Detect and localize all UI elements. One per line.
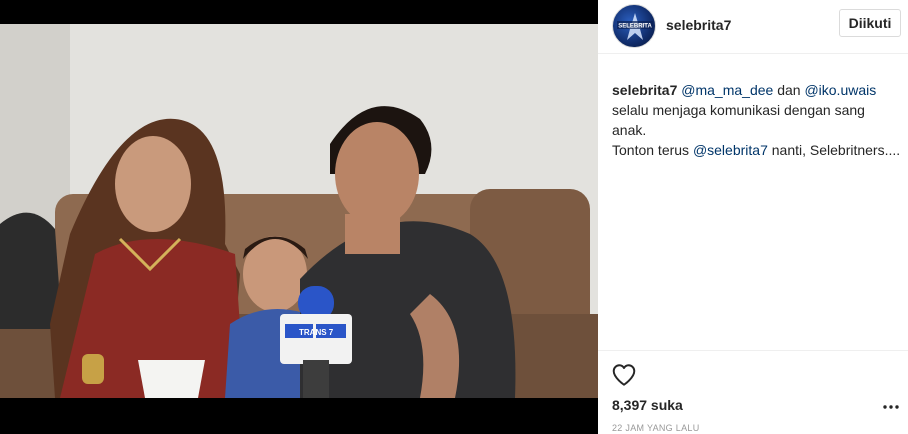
post-timestamp: 22 JAM YANG LALU: [612, 423, 700, 433]
post-media-panel: TRANS 7: [0, 0, 598, 434]
caption-line-2: selalu menjaga komunikasi dengan sang an…: [612, 102, 865, 138]
mention-link-ma-ma-dee[interactable]: @ma_ma_dee: [681, 82, 773, 98]
actions-divider: [598, 350, 908, 351]
caption-line-3-prefix: Tonton terus: [612, 142, 693, 158]
likes-count[interactable]: 8,397 suka: [612, 397, 683, 413]
post-photo[interactable]: TRANS 7: [0, 24, 598, 398]
following-button[interactable]: Diikuti: [839, 9, 901, 37]
avatar[interactable]: SELEBRITA: [612, 4, 656, 48]
mention-link-iko-uwais[interactable]: @iko.uwais: [804, 82, 876, 98]
photo-illustration: TRANS 7: [0, 24, 598, 398]
post-header: SELEBRITA selebrita7 Diikuti: [598, 0, 908, 54]
mic-brand-text: TRANS 7: [299, 328, 334, 337]
avatar-brand-text: SELEBRITA: [618, 24, 652, 30]
ellipsis-icon[interactable]: [882, 402, 900, 412]
heart-outline-icon[interactable]: [611, 362, 637, 388]
header-username[interactable]: selebrita7: [666, 17, 731, 33]
caption-username[interactable]: selebrita7: [612, 82, 677, 98]
caption-line-3-suffix: nanti, Selebritners....: [767, 142, 901, 158]
mention-link-selebrita7[interactable]: @selebrita7: [693, 142, 768, 158]
post-side-panel: SELEBRITA selebrita7 Diikuti selebrita7 …: [598, 0, 908, 434]
star-logo-icon: SELEBRITA: [617, 13, 653, 40]
post-caption: selebrita7 @ma_ma_dee dan @iko.uwais sel…: [612, 80, 902, 160]
caption-connector: dan: [773, 82, 805, 98]
